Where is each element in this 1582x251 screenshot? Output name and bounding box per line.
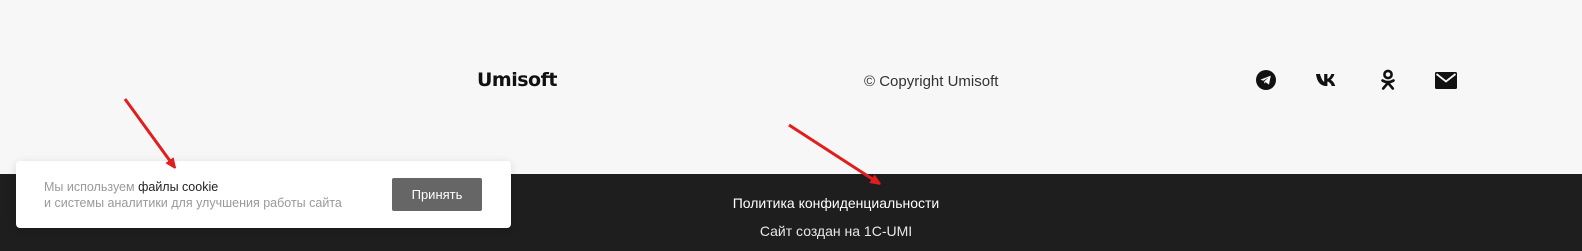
vk-icon[interactable] (1315, 68, 1339, 92)
odnoklassniki-icon[interactable] (1376, 68, 1400, 92)
cookie-text-prefix: Мы используем (44, 180, 139, 194)
cookie-text-line2: и системы аналитики для улучшения работы… (44, 196, 342, 210)
cookie-banner-text: Мы используем файлы cookie и системы ана… (44, 179, 342, 211)
accept-cookies-button[interactable]: Принять (392, 178, 482, 211)
cookie-files-link[interactable]: файлы cookie (138, 180, 218, 194)
cookie-banner: Мы используем файлы cookie и системы ана… (16, 161, 511, 228)
mail-icon[interactable] (1434, 68, 1458, 92)
telegram-icon[interactable] (1254, 68, 1278, 92)
footer-logo[interactable]: Umisoft (477, 69, 557, 91)
copyright-text: © Copyright Umisoft (864, 73, 999, 90)
footer-top: Umisoft © Copyright Umisoft (0, 0, 1582, 174)
